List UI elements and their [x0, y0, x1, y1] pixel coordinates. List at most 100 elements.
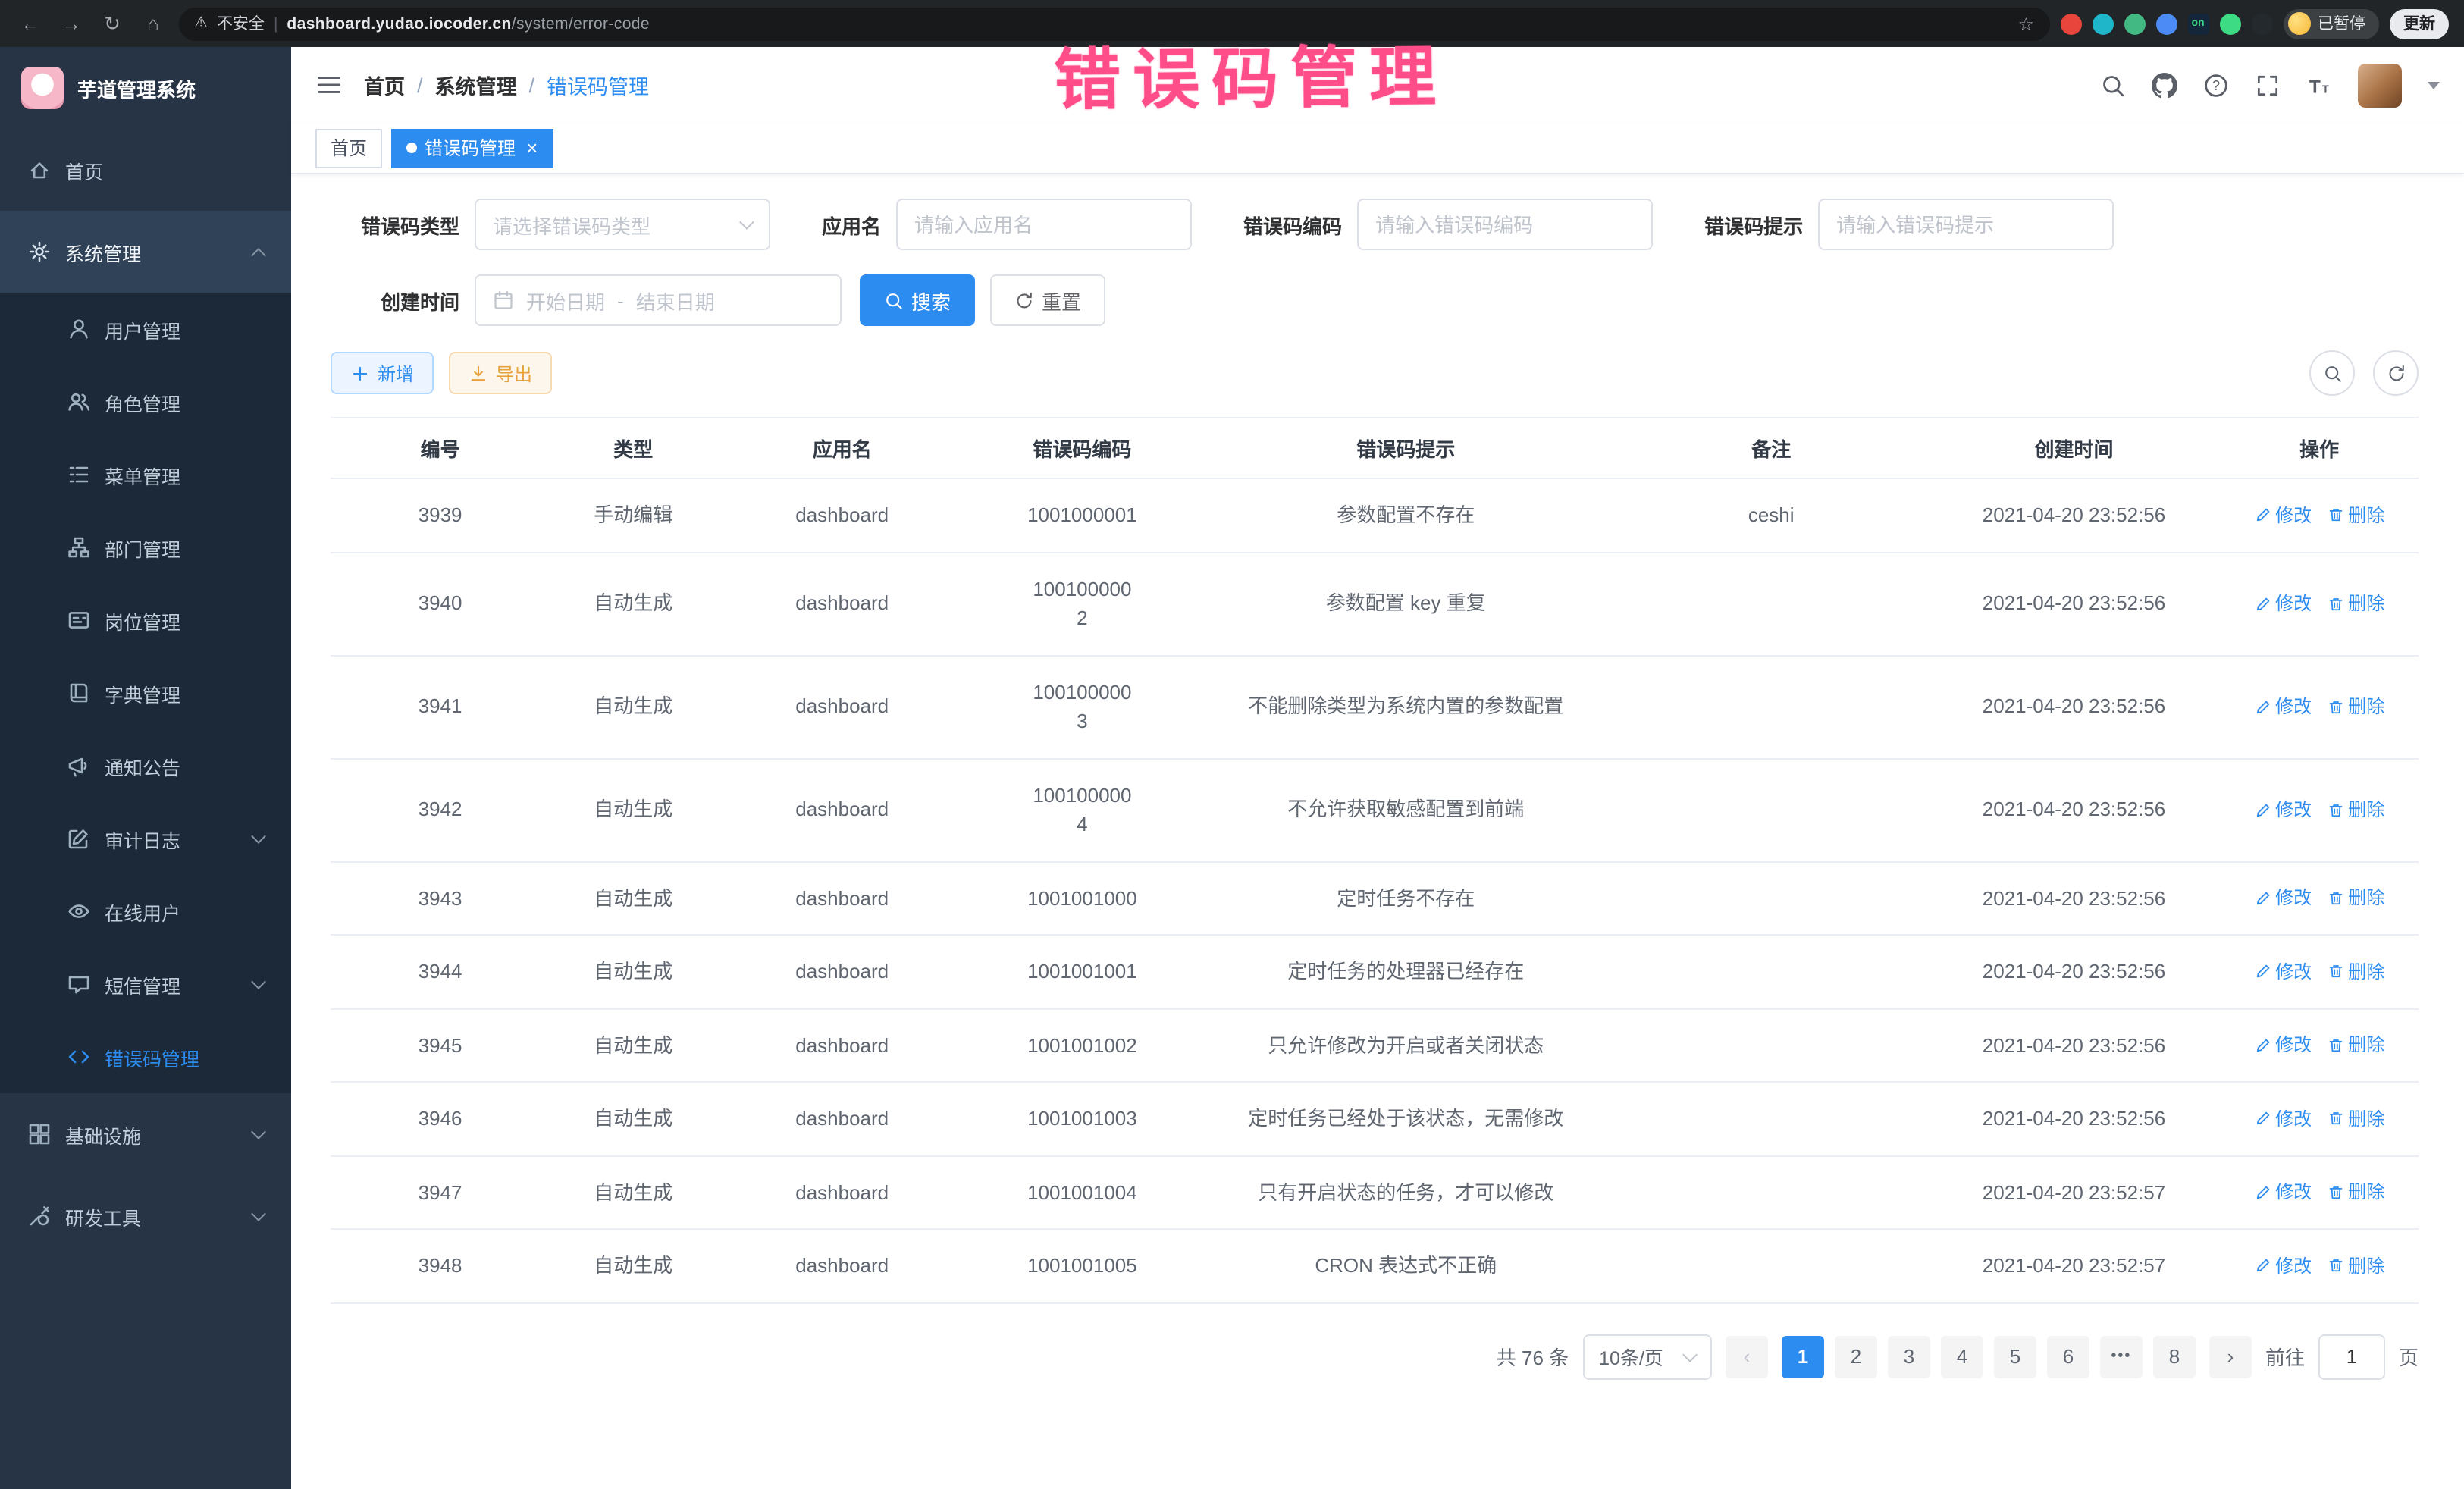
- chevron-down-icon: [739, 215, 754, 230]
- edit-link[interactable]: 修改: [2254, 885, 2312, 912]
- delete-link[interactable]: 删除: [2327, 590, 2384, 617]
- error-code-label: 错误码编码: [1243, 210, 1342, 239]
- sidebar-item-menu-management[interactable]: 菜单管理: [0, 438, 291, 511]
- add-button-label: 新增: [378, 360, 414, 386]
- sidebar-item-user-management[interactable]: 用户管理: [0, 293, 291, 365]
- reset-button[interactable]: 重置: [990, 274, 1105, 326]
- cell-code: 1001001002: [967, 1008, 1197, 1082]
- cell-time: 2021-04-20 23:52:57: [1928, 1155, 2221, 1229]
- delete-link[interactable]: 删除: [2327, 1105, 2384, 1133]
- tab-close-icon[interactable]: ×: [526, 138, 538, 158]
- pagination-goto-label: 前往: [2265, 1342, 2305, 1371]
- cell-code: 1001001000: [967, 861, 1197, 935]
- delete-link[interactable]: 删除: [2327, 1032, 2384, 1059]
- edit-link[interactable]: 修改: [2254, 693, 2312, 720]
- sidebar-item-dept-management[interactable]: 部门管理: [0, 511, 291, 584]
- sidebar-item-dict-management[interactable]: 字典管理: [0, 657, 291, 729]
- forward-button[interactable]: →: [56, 8, 86, 39]
- delete-link[interactable]: 删除: [2327, 958, 2384, 986]
- sidebar-item-infrastructure[interactable]: 基础设施: [0, 1093, 291, 1175]
- cell-code: 1001001001: [967, 935, 1197, 1008]
- app-name-input[interactable]: [896, 199, 1192, 250]
- sidebar-item-sms-management[interactable]: 短信管理: [0, 948, 291, 1020]
- sidebar-item-home[interactable]: 首页: [0, 129, 291, 211]
- search-icon[interactable]: [2100, 72, 2126, 98]
- pagination-goto-input[interactable]: [2318, 1334, 2385, 1379]
- delete-link[interactable]: 删除: [2327, 1179, 2384, 1206]
- font-size-icon[interactable]: TT: [2306, 72, 2332, 98]
- extension-icon-2[interactable]: [2092, 13, 2113, 34]
- edit-link[interactable]: 修改: [2254, 590, 2312, 617]
- reload-button[interactable]: ↻: [97, 8, 127, 39]
- delete-link[interactable]: 删除: [2327, 502, 2384, 529]
- sidebar-item-error-code-management[interactable]: 错误码管理: [0, 1020, 291, 1093]
- sidebar-toggle-icon[interactable]: [315, 71, 343, 99]
- delete-link[interactable]: 删除: [2327, 796, 2384, 823]
- caret-down-icon[interactable]: [2428, 81, 2440, 89]
- profile-paused-chip[interactable]: 已暂停: [2283, 8, 2379, 39]
- edit-link[interactable]: 修改: [2254, 1252, 2312, 1280]
- delete-link[interactable]: 删除: [2327, 885, 2384, 912]
- sidebar-item-post-management[interactable]: 岗位管理: [0, 584, 291, 657]
- pagination-page-8[interactable]: 8: [2153, 1335, 2196, 1378]
- bookmark-star-icon[interactable]: ☆: [2017, 13, 2034, 34]
- refresh-table-button[interactable]: [2373, 350, 2419, 396]
- extension-icon-3[interactable]: [2124, 13, 2145, 34]
- pagination-more[interactable]: •••: [2100, 1335, 2143, 1378]
- edit-link[interactable]: 修改: [2254, 1179, 2312, 1206]
- edit-link[interactable]: 修改: [2254, 502, 2312, 529]
- breadcrumb-system[interactable]: 系统管理: [435, 70, 517, 100]
- date-range-picker[interactable]: 开始日期 - 结束日期: [475, 274, 842, 326]
- extension-icon-6[interactable]: [2219, 13, 2240, 34]
- home-button[interactable]: ⌂: [138, 8, 168, 39]
- back-button[interactable]: ←: [15, 8, 45, 39]
- extension-icon-5[interactable]: [2187, 13, 2209, 34]
- app-logo[interactable]: 芋道管理系统: [0, 47, 291, 129]
- avatar-emoji-icon: [2287, 12, 2310, 35]
- error-type-select[interactable]: 请选择错误码类型: [475, 199, 770, 250]
- extension-icon-4[interactable]: [2155, 13, 2177, 34]
- extension-icon-7[interactable]: [2251, 13, 2272, 34]
- cell-actions: 修改删除: [2220, 758, 2419, 861]
- add-button[interactable]: 新增: [331, 352, 434, 394]
- error-code-input[interactable]: [1357, 199, 1653, 250]
- org-tree-icon: [67, 535, 91, 560]
- sidebar-item-system-management[interactable]: 系统管理: [0, 211, 291, 293]
- edit-link[interactable]: 修改: [2254, 1032, 2312, 1059]
- pagination-page-6[interactable]: 6: [2047, 1335, 2089, 1378]
- tab-home[interactable]: 首页: [315, 128, 382, 168]
- help-icon[interactable]: ?: [2203, 72, 2229, 98]
- edit-link[interactable]: 修改: [2254, 796, 2312, 823]
- cell-type: 自动生成: [550, 861, 716, 935]
- sidebar-item-audit-log[interactable]: 审计日志: [0, 802, 291, 875]
- sidebar-item-notice-announcement[interactable]: 通知公告: [0, 729, 291, 802]
- breadcrumb-home[interactable]: 首页: [364, 70, 405, 100]
- edit-link[interactable]: 修改: [2254, 958, 2312, 986]
- toggle-search-button[interactable]: [2309, 350, 2355, 396]
- pagination-next-button[interactable]: ›: [2209, 1335, 2252, 1378]
- pagination-page-1[interactable]: 1: [1782, 1335, 1824, 1378]
- sidebar-item-role-management[interactable]: 角色管理: [0, 365, 291, 438]
- address-bar[interactable]: ⚠ 不安全 | dashboard.yudao.iocoder.cn/syste…: [179, 7, 2049, 40]
- github-icon[interactable]: [2152, 72, 2177, 98]
- edit-link[interactable]: 修改: [2254, 1105, 2312, 1133]
- pagination-page-5[interactable]: 5: [1994, 1335, 2036, 1378]
- user-avatar[interactable]: [2358, 63, 2402, 107]
- error-hint-input[interactable]: [1818, 199, 2114, 250]
- pagination-page-2[interactable]: 2: [1835, 1335, 1877, 1378]
- pagination-prev-button[interactable]: ‹: [1726, 1335, 1768, 1378]
- extension-icon-1[interactable]: [2060, 13, 2081, 34]
- delete-link[interactable]: 删除: [2327, 1252, 2384, 1280]
- cell-time: 2021-04-20 23:52:56: [1928, 552, 2221, 655]
- fullscreen-icon[interactable]: [2255, 72, 2281, 98]
- search-button[interactable]: 搜索: [860, 274, 975, 326]
- pagination-page-3[interactable]: 3: [1888, 1335, 1930, 1378]
- page-size-select[interactable]: 10条/页: [1582, 1334, 1712, 1379]
- pagination-page-4[interactable]: 4: [1941, 1335, 1983, 1378]
- tab-error-code-management[interactable]: 错误码管理 ×: [391, 128, 553, 168]
- update-button[interactable]: 更新: [2390, 8, 2449, 39]
- delete-link[interactable]: 删除: [2327, 693, 2384, 720]
- sidebar-item-online-users[interactable]: 在线用户: [0, 875, 291, 948]
- export-button[interactable]: 导出: [449, 352, 552, 394]
- sidebar-item-dev-tools[interactable]: 研发工具: [0, 1175, 291, 1257]
